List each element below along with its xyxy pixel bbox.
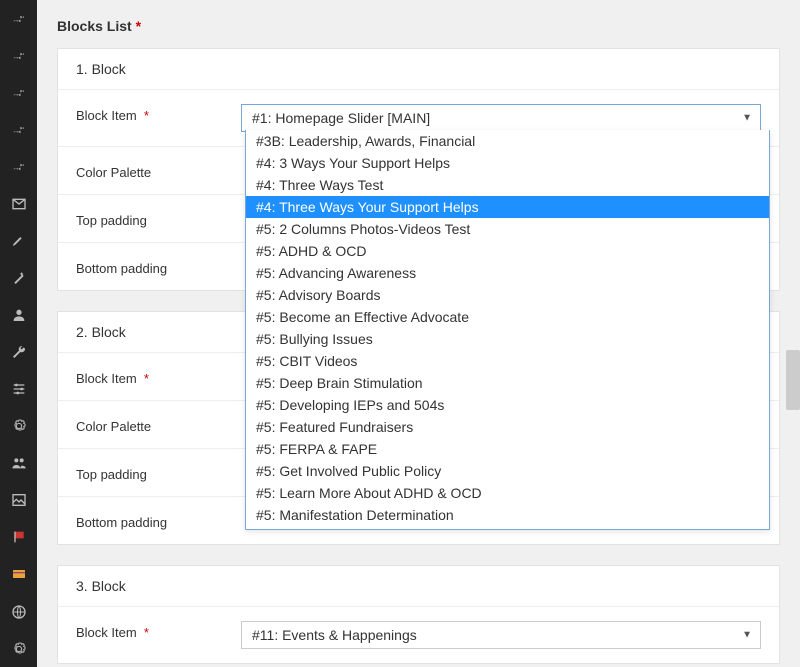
dropdown-option[interactable]: #5: Manifestation Determination xyxy=(246,504,769,526)
sidebar-flag-icon[interactable] xyxy=(0,519,37,556)
dropdown-option[interactable]: #5: Shared Experiences xyxy=(246,526,769,530)
page-scrollbar-thumb[interactable] xyxy=(786,350,800,410)
field-row-block-item: Block Item * #11: Events & Happenings ▼ xyxy=(58,606,779,663)
dropdown-option[interactable]: #5: Become an Effective Advocate xyxy=(246,306,769,328)
field-label-bottom-padding: Bottom padding xyxy=(76,511,241,530)
required-indicator: * xyxy=(144,108,149,123)
field-label-block-item: Block Item * xyxy=(76,367,241,386)
field-label-bottom-padding: Bottom padding xyxy=(76,257,241,276)
sidebar-wrench-icon[interactable] xyxy=(0,334,37,371)
sidebar-gear-icon[interactable] xyxy=(0,408,37,445)
field-label-block-item: Block Item * xyxy=(76,621,241,640)
field-label-color-palette: Color Palette xyxy=(76,161,241,180)
sidebar-gear2-icon[interactable] xyxy=(0,630,37,667)
block-item-select[interactable]: #11: Events & Happenings ▼ xyxy=(241,621,761,649)
dropdown-option[interactable]: #5: FERPA & FAPE xyxy=(246,438,769,460)
sidebar-brush-icon[interactable] xyxy=(0,222,37,259)
dropdown-option[interactable]: #5: Get Involved Public Policy xyxy=(246,460,769,482)
field-label-top-padding: Top padding xyxy=(76,209,241,228)
dropdown-option[interactable]: #5: Developing IEPs and 504s xyxy=(246,394,769,416)
sidebar-image-icon[interactable] xyxy=(0,482,37,519)
select-value: #11: Events & Happenings xyxy=(252,627,417,643)
chevron-down-icon: ▼ xyxy=(742,113,752,124)
dropdown-option[interactable]: #5: Deep Brain Stimulation xyxy=(246,372,769,394)
sidebar-magic-icon[interactable] xyxy=(0,259,37,296)
field-label-color-palette: Color Palette xyxy=(76,415,241,434)
sidebar-pin-icon[interactable] xyxy=(0,37,37,74)
sidebar-pin-icon[interactable] xyxy=(0,0,37,37)
dropdown-option[interactable]: #5: 2 Columns Photos-Videos Test xyxy=(246,218,769,240)
field-label-block-item: Block Item * xyxy=(76,104,241,123)
field-input: #11: Events & Happenings ▼ xyxy=(241,621,761,649)
dropdown-option[interactable]: #5: Learn More About ADHD & OCD xyxy=(246,482,769,504)
dropdown-option[interactable]: #4: 3 Ways Your Support Helps xyxy=(246,152,769,174)
block-item-dropdown-list[interactable]: #3B: Leadership, Awards, Financial#4: 3 … xyxy=(245,130,770,530)
field-label-top-padding: Top padding xyxy=(76,463,241,482)
sidebar-card-icon[interactable] xyxy=(0,556,37,593)
dropdown-option[interactable]: #5: Advancing Awareness xyxy=(246,262,769,284)
page-title: Blocks List * xyxy=(57,18,780,34)
dropdown-option[interactable]: #5: ADHD & OCD xyxy=(246,240,769,262)
dropdown-option[interactable]: #3B: Leadership, Awards, Financial xyxy=(246,130,769,152)
dropdown-option[interactable]: #5: Advisory Boards xyxy=(246,284,769,306)
sidebar-globe-icon[interactable] xyxy=(0,593,37,630)
required-indicator: * xyxy=(144,625,149,640)
sidebar-sliders-icon[interactable] xyxy=(0,371,37,408)
select-value: #1: Homepage Slider [MAIN] xyxy=(252,110,430,126)
required-indicator: * xyxy=(136,18,141,34)
block-header: 3. Block xyxy=(58,566,779,606)
field-input: #1: Homepage Slider [MAIN] ▼ xyxy=(241,104,761,132)
sidebar-user-icon[interactable] xyxy=(0,297,37,334)
block-header: 1. Block xyxy=(58,49,779,89)
sidebar-mail-icon[interactable] xyxy=(0,185,37,222)
dropdown-option[interactable]: #4: Three Ways Test xyxy=(246,174,769,196)
block-item-select[interactable]: #1: Homepage Slider [MAIN] ▼ xyxy=(241,104,761,132)
dropdown-option[interactable]: #5: Bullying Issues xyxy=(246,328,769,350)
chevron-down-icon: ▼ xyxy=(742,630,752,641)
admin-sidebar xyxy=(0,0,37,667)
block-panel-3: 3. Block Block Item * #11: Events & Happ… xyxy=(57,565,780,664)
dropdown-option[interactable]: #5: CBIT Videos xyxy=(246,350,769,372)
required-indicator: * xyxy=(144,371,149,386)
sidebar-pin-icon[interactable] xyxy=(0,74,37,111)
dropdown-option[interactable]: #5: Featured Fundraisers xyxy=(246,416,769,438)
sidebar-pin-icon[interactable] xyxy=(0,148,37,185)
sidebar-pin-icon[interactable] xyxy=(0,111,37,148)
page-title-text: Blocks List xyxy=(57,18,132,34)
sidebar-group-icon[interactable] xyxy=(0,445,37,482)
dropdown-option[interactable]: #4: Three Ways Your Support Helps xyxy=(246,196,769,218)
